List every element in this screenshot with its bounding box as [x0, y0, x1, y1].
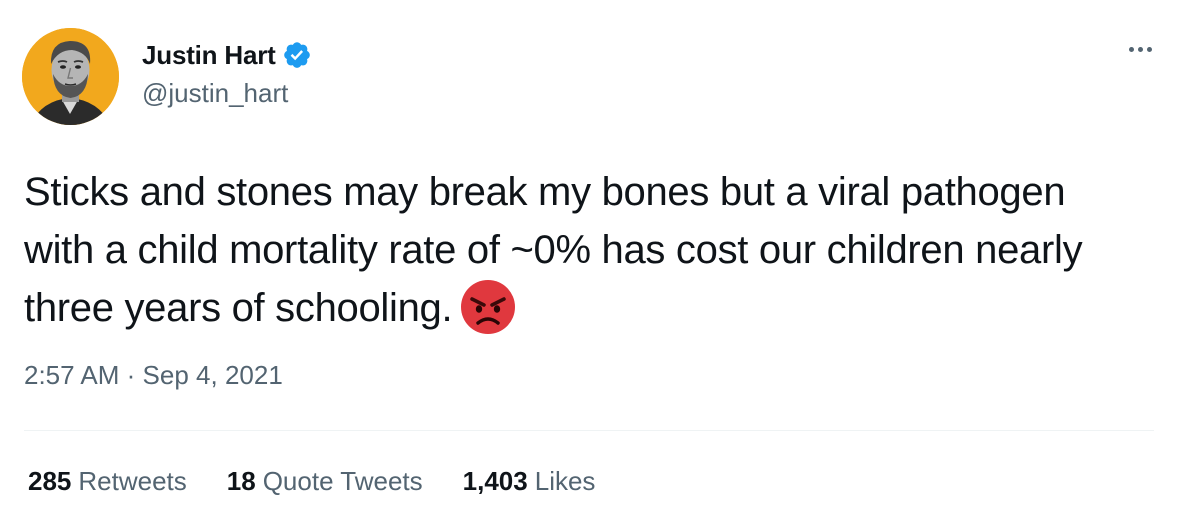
tweet-body: Sticks and stones may break my bones but… [24, 170, 1083, 330]
likes-stat[interactable]: 1,403 Likes [463, 466, 596, 497]
engagement-stats: 285 Retweets 18 Quote Tweets 1,403 Likes [28, 466, 635, 497]
tweet-timestamp[interactable]: 2:57 AM · Sep 4, 2021 [24, 360, 283, 391]
likes-label: Likes [534, 466, 596, 496]
tweet-text: Sticks and stones may break my bones but… [24, 163, 1134, 337]
verified-badge-icon [282, 40, 312, 70]
angry-face-icon [460, 279, 516, 335]
quote-tweets-stat[interactable]: 18 Quote Tweets [227, 466, 423, 497]
quote-tweets-label: Quote Tweets [262, 466, 423, 496]
author-name-row[interactable]: Justin Hart [142, 38, 312, 72]
timestamp-separator: · [126, 360, 136, 390]
avatar-portrait [22, 28, 119, 125]
likes-count: 1,403 [462, 466, 528, 496]
avatar[interactable] [22, 28, 119, 125]
retweets-count: 285 [28, 466, 72, 496]
retweets-stat[interactable]: 285 Retweets [28, 466, 187, 497]
tweet-time[interactable]: 2:57 AM [24, 360, 119, 390]
retweets-label: Retweets [78, 466, 187, 496]
divider [24, 430, 1154, 431]
more-options-icon[interactable] [1120, 34, 1160, 64]
tweet-card: Justin Hart @justin_hart Sticks and ston… [0, 0, 1182, 528]
quote-tweets-count: 18 [226, 466, 256, 496]
author-handle[interactable]: @justin_hart [142, 78, 288, 109]
tweet-date[interactable]: Sep 4, 2021 [143, 360, 283, 390]
display-name[interactable]: Justin Hart [142, 40, 276, 71]
